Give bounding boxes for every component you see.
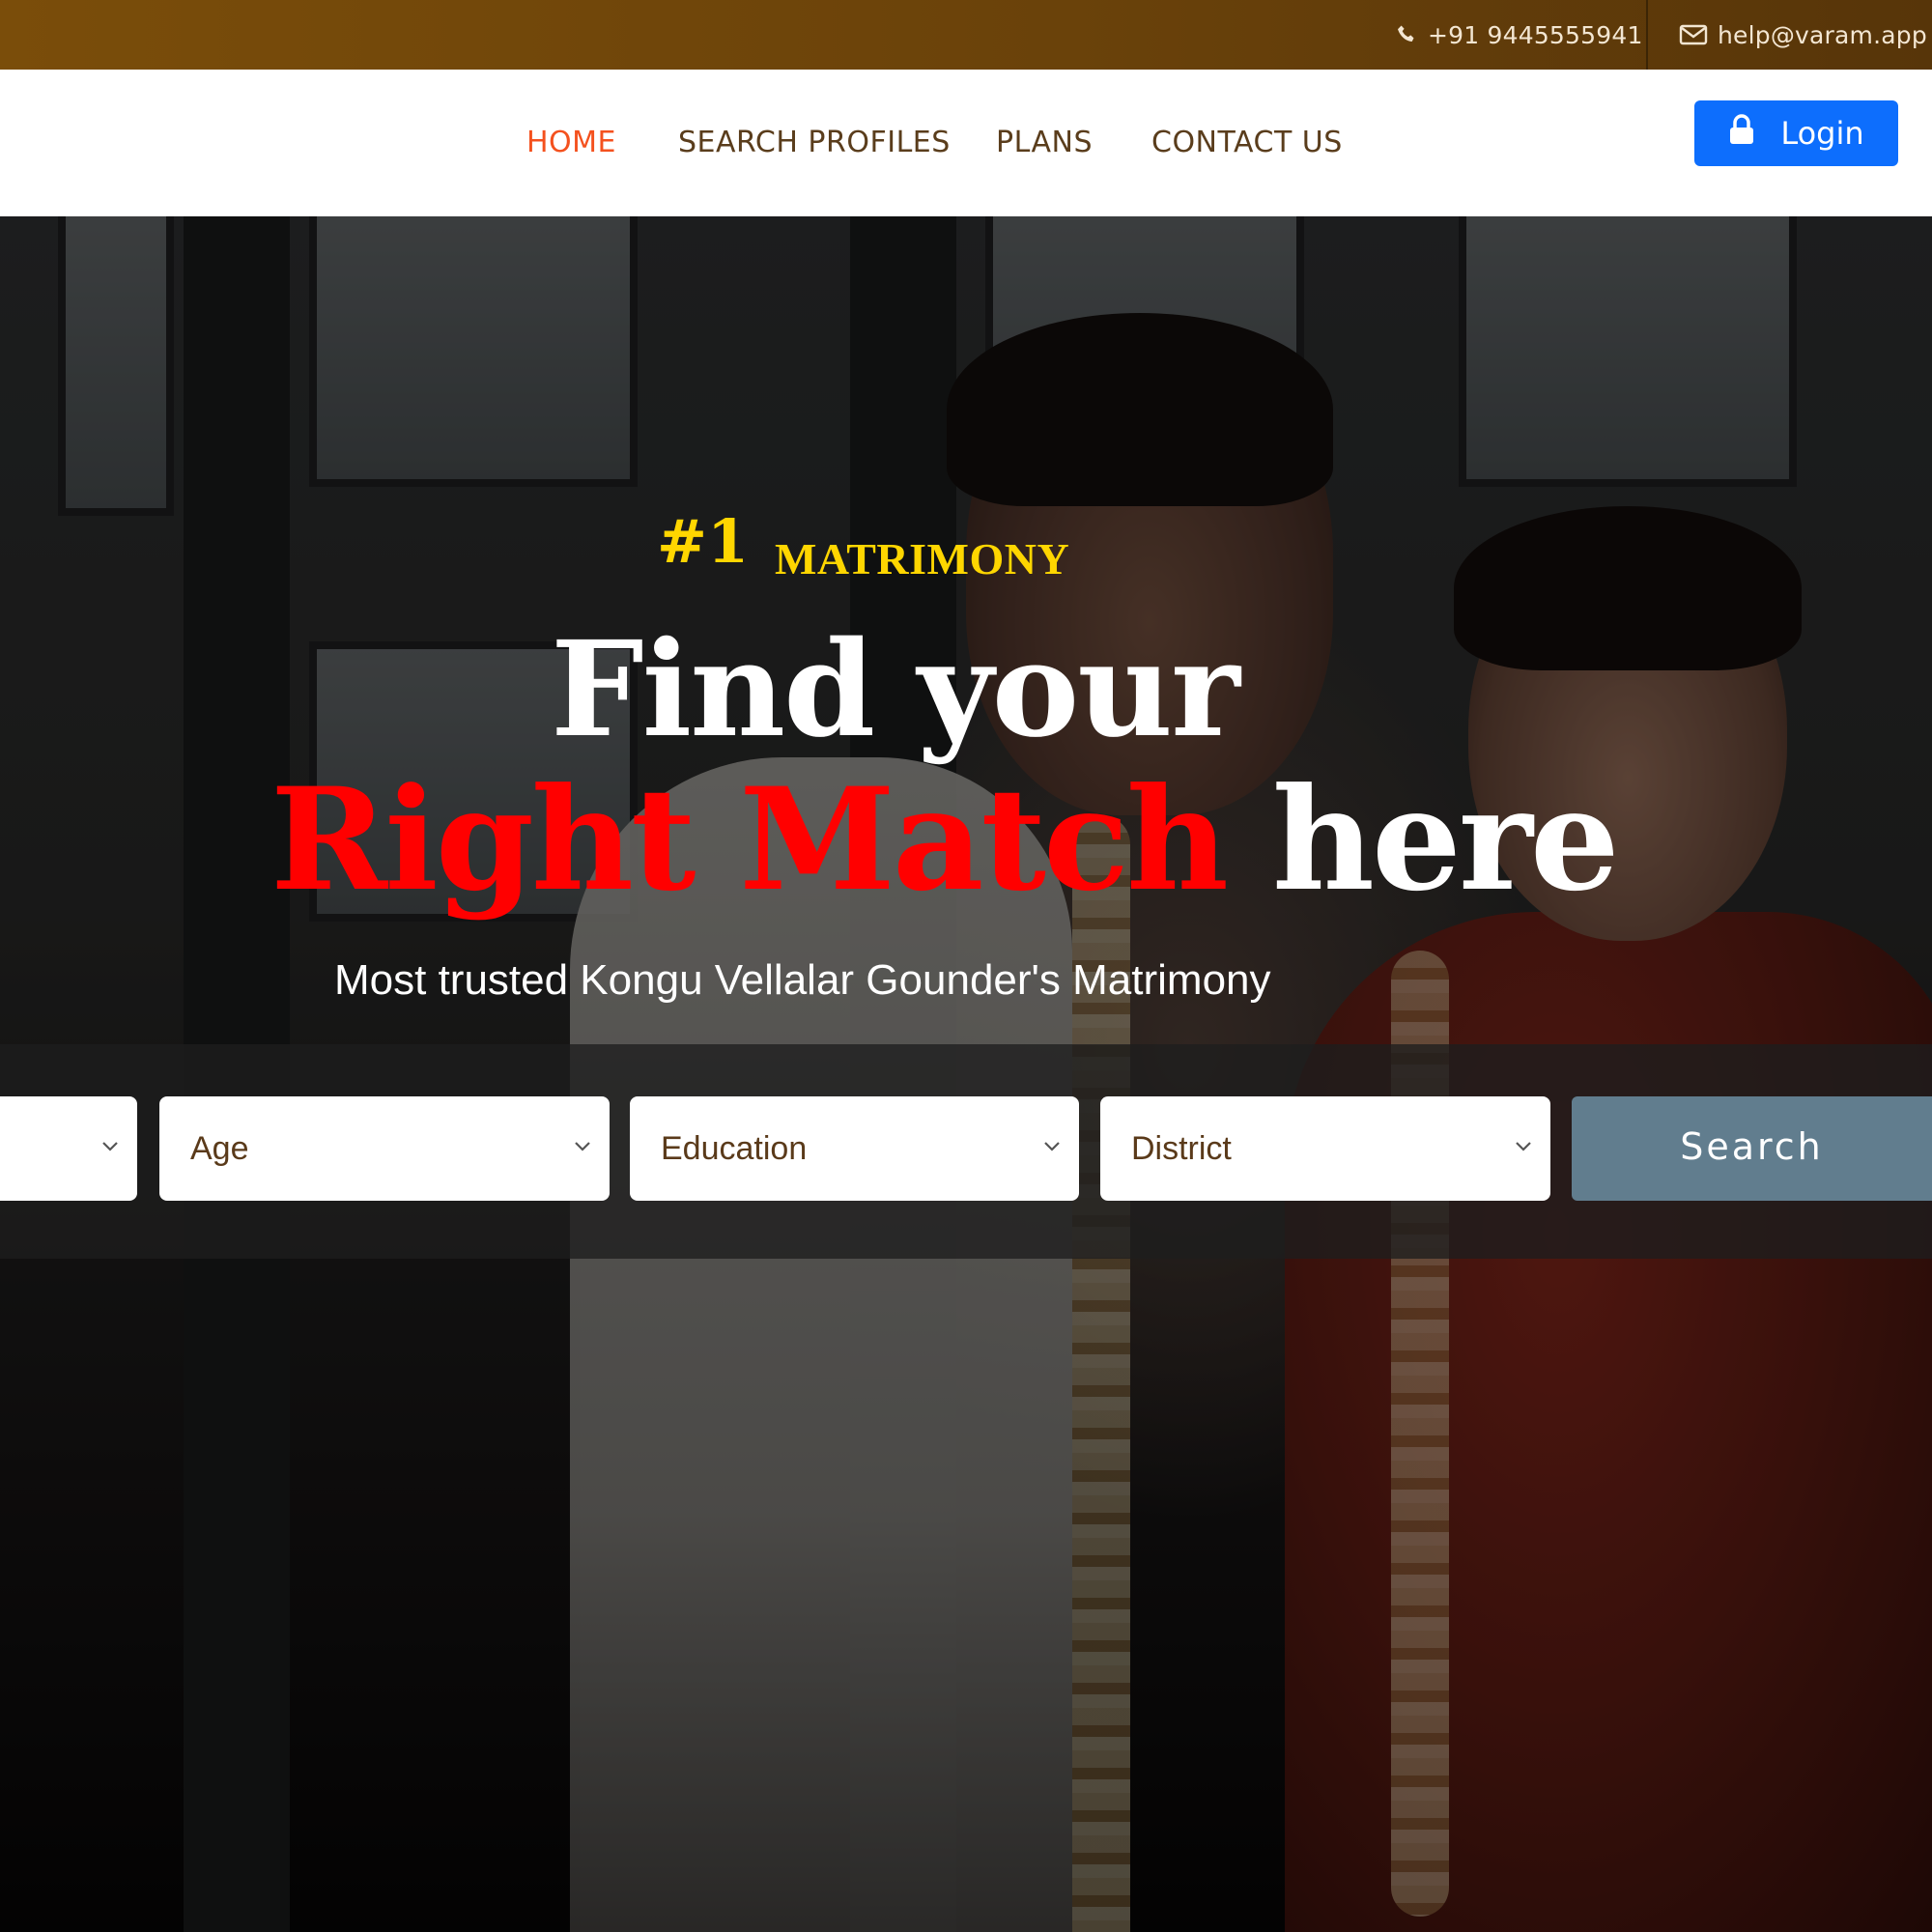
phone-contact[interactable]: +91 9445555941 xyxy=(1395,0,1643,70)
topbar-divider xyxy=(1646,0,1648,70)
age-select[interactable]: Age xyxy=(159,1096,610,1201)
login-label: Login xyxy=(1780,115,1864,152)
chevron-down-icon xyxy=(1042,1139,1062,1157)
email-contact[interactable]: help@varam.app xyxy=(1679,0,1927,70)
envelope-icon xyxy=(1679,23,1708,46)
chevron-down-icon xyxy=(1514,1139,1533,1157)
top-contact-bar: +91 9445555941 help@varam.app xyxy=(0,0,1932,70)
nav-plans[interactable]: PLANS xyxy=(996,70,1093,216)
nav-search-profiles[interactable]: SEARCH PROFILES xyxy=(678,70,951,216)
hero-headline-line2: Right Match here xyxy=(270,757,1620,923)
phone-icon xyxy=(1395,23,1418,46)
hero-tag-word: MATRIMONY xyxy=(775,534,1070,583)
hero-tag-number: #1 xyxy=(657,506,750,577)
hero-section: #1 MATRIMONY Find your Right Match here … xyxy=(0,216,1932,1932)
district-select[interactable]: District xyxy=(1100,1096,1550,1201)
main-header: HOME SEARCH PROFILES PLANS CONTACT US Lo… xyxy=(0,70,1932,216)
hero-subheading: Most trusted Kongu Vellalar Gounder's Ma… xyxy=(334,956,1271,1004)
login-button[interactable]: Login xyxy=(1694,100,1898,166)
phone-number: +91 9445555941 xyxy=(1428,20,1643,49)
hero-headline-line1: Find your xyxy=(551,612,1240,767)
search-button-label: Search xyxy=(1680,1125,1824,1168)
chevron-down-icon xyxy=(573,1139,592,1157)
education-select-label: Education xyxy=(661,1130,808,1167)
search-button[interactable]: Search xyxy=(1572,1096,1932,1201)
district-select-label: District xyxy=(1131,1130,1232,1167)
lock-icon xyxy=(1728,113,1755,154)
chevron-down-icon xyxy=(100,1139,120,1157)
filter-select-partial[interactable] xyxy=(0,1096,137,1201)
hero-headline-tail: here xyxy=(1271,757,1620,923)
nav-home[interactable]: HOME xyxy=(526,70,616,216)
education-select[interactable]: Education xyxy=(630,1096,1079,1201)
hero-headline-highlight: Right Match xyxy=(270,757,1229,923)
email-address: help@varam.app xyxy=(1718,20,1927,49)
age-select-label: Age xyxy=(190,1130,249,1167)
nav-contact-us[interactable]: CONTACT US xyxy=(1151,70,1343,216)
